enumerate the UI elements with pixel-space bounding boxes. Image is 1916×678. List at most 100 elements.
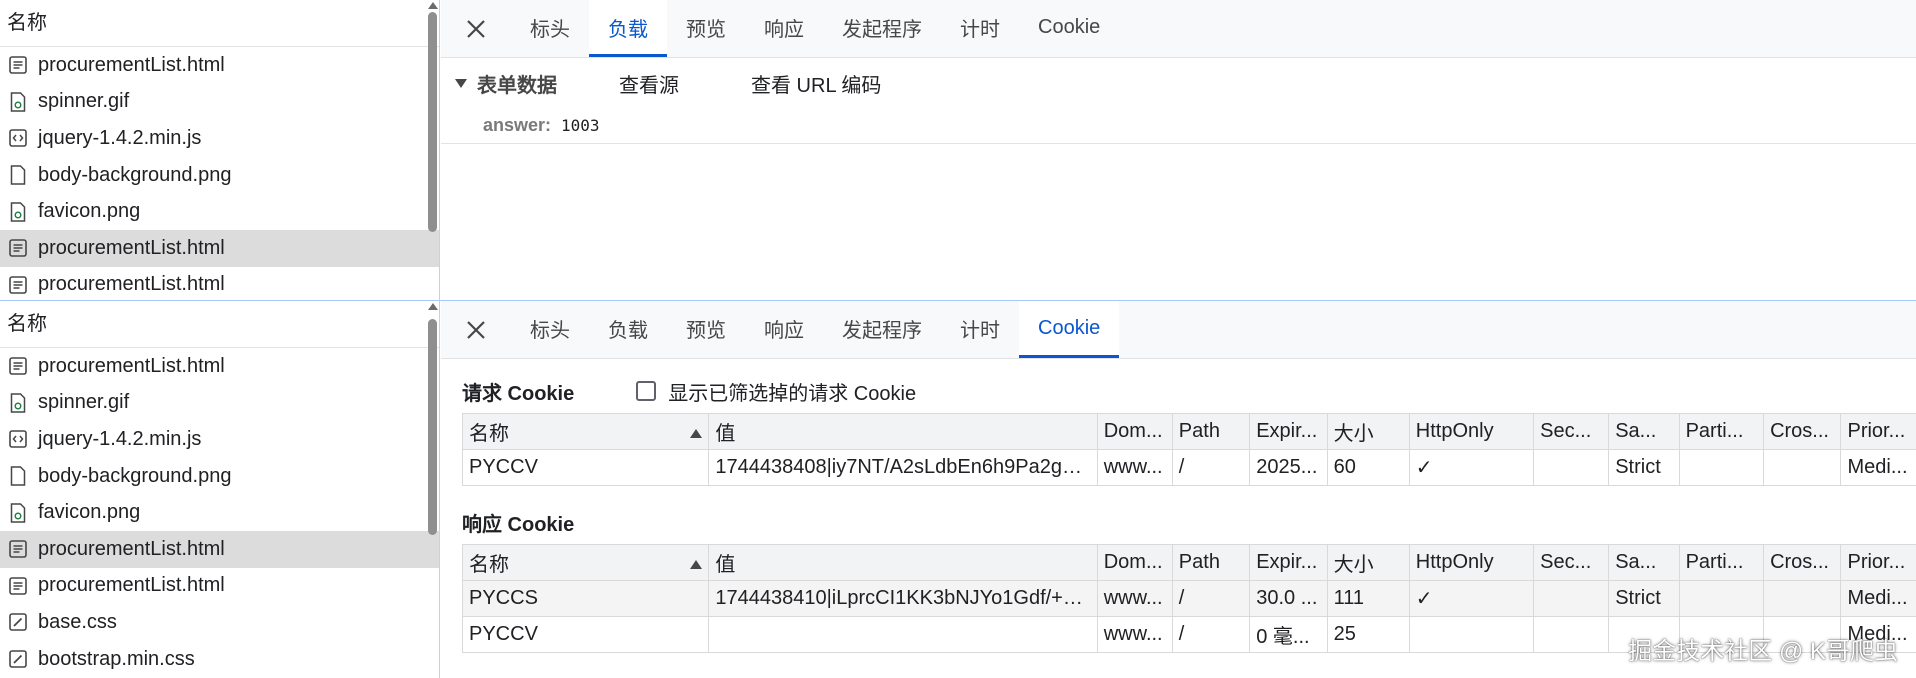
cookie-column-header[interactable]: 大小 xyxy=(1326,544,1410,581)
cookie-column-header[interactable]: Dom... xyxy=(1096,413,1173,450)
cookie-cell[interactable]: 25 xyxy=(1326,616,1410,653)
cookie-column-header[interactable]: Path xyxy=(1171,413,1251,450)
show-filtered-label[interactable]: 显示已筛选掉的请求 Cookie xyxy=(668,377,916,406)
list-header-name[interactable]: 名称 xyxy=(0,0,439,47)
cookie-cell[interactable] xyxy=(1533,616,1610,653)
cookie-cell[interactable]: / xyxy=(1171,449,1251,486)
cookie-column-header[interactable]: Parti... xyxy=(1678,544,1765,581)
tab-0[interactable]: 标头 xyxy=(511,301,589,358)
cookie-column-header[interactable]: Path xyxy=(1171,544,1251,581)
cookie-cell[interactable]: www... xyxy=(1096,580,1173,617)
cookie-column-header[interactable]: Sec... xyxy=(1533,544,1610,581)
cookie-cell[interactable]: ✓ xyxy=(1408,449,1535,486)
cookie-column-header[interactable]: Sec... xyxy=(1533,413,1610,450)
cookie-row[interactable]: PYCCV 1744438408|iy7NT/A2sLdbEn6h9Pa2gC..… xyxy=(461,449,1916,486)
request-list-item[interactable]: base.css xyxy=(0,604,439,641)
cookie-cell[interactable]: / xyxy=(1171,616,1251,653)
cookie-column-header[interactable]: Prior... xyxy=(1840,413,1916,450)
cookie-cell[interactable]: 1744438410|iLprcCI1KK3bNJYo1Gdf/+U... xyxy=(708,580,1098,617)
cookie-cell[interactable] xyxy=(1763,449,1842,486)
request-list-item[interactable]: spinner.gif xyxy=(0,84,439,121)
request-list-item[interactable]: procurementList.html xyxy=(0,568,439,605)
close-detail-button[interactable] xyxy=(441,301,511,358)
close-detail-button[interactable] xyxy=(441,0,511,57)
request-list-item[interactable]: spinner.gif xyxy=(0,385,439,422)
cookie-column-header[interactable]: Sa... xyxy=(1608,413,1680,450)
cookie-cell[interactable]: 0 毫... xyxy=(1249,616,1328,653)
request-list-item[interactable]: favicon.png xyxy=(0,494,439,531)
request-list-item[interactable]: procurementList.html xyxy=(0,229,439,267)
cookie-cell[interactable]: PYCCV xyxy=(461,449,710,486)
tab-5[interactable]: 计时 xyxy=(941,0,1019,57)
cookie-cell[interactable]: / xyxy=(1171,580,1251,617)
request-list-item[interactable]: procurementList.html xyxy=(0,348,439,385)
cookie-column-header[interactable]: HttpOnly xyxy=(1408,544,1535,581)
scroll-up-arrow-icon[interactable] xyxy=(428,2,438,9)
cookie-column-header[interactable]: Prior... xyxy=(1840,544,1916,581)
cookie-cell[interactable] xyxy=(708,616,1098,653)
cookie-column-header[interactable]: 大小 xyxy=(1326,413,1410,450)
cookie-cell[interactable]: www... xyxy=(1096,616,1173,653)
cookie-cell[interactable] xyxy=(1533,449,1610,486)
tab-1[interactable]: 负载 xyxy=(589,0,667,57)
cookie-cell[interactable]: Strict xyxy=(1608,580,1680,617)
scroll-up-arrow-icon[interactable] xyxy=(428,303,438,310)
tab-2[interactable]: 预览 xyxy=(667,0,745,57)
cookie-column-header[interactable]: 值 xyxy=(708,544,1098,581)
form-data-title[interactable]: 表单数据 xyxy=(477,69,557,98)
cookie-cell[interactable] xyxy=(1408,616,1535,653)
request-list-item[interactable]: body-background.png xyxy=(0,157,439,194)
cookie-cell[interactable]: Strict xyxy=(1608,449,1680,486)
cookie-cell[interactable]: 30.0 ... xyxy=(1249,580,1328,617)
cookie-cell[interactable] xyxy=(1678,449,1765,486)
view-url-encoded-link[interactable]: 查看 URL 编码 xyxy=(751,69,881,98)
cookie-cell[interactable]: 2025... xyxy=(1249,449,1328,486)
request-list-item[interactable]: jquery-1.4.2.min.js xyxy=(0,120,439,157)
cookie-column-header[interactable]: 值 xyxy=(708,413,1098,450)
request-list-item[interactable]: favicon.png xyxy=(0,193,439,230)
cookie-column-header[interactable]: Expir... xyxy=(1249,544,1328,581)
tab-5[interactable]: 计时 xyxy=(941,301,1019,358)
cookie-cell[interactable]: 1744438408|iy7NT/A2sLdbEn6h9Pa2gC... xyxy=(708,449,1098,486)
scrollbar[interactable] xyxy=(428,319,437,535)
cookie-column-header[interactable]: Cros... xyxy=(1763,413,1842,450)
cookie-row[interactable]: PYCCS 1744438410|iLprcCI1KK3bNJYo1Gdf/+U.… xyxy=(461,580,1916,617)
view-source-link[interactable]: 查看源 xyxy=(619,69,679,98)
cookie-column-header[interactable]: Parti... xyxy=(1678,413,1765,450)
cookie-cell[interactable] xyxy=(1533,580,1610,617)
tab-3[interactable]: 响应 xyxy=(745,301,823,358)
request-list-item[interactable]: bootstrap.min.css xyxy=(0,641,439,678)
list-header-name[interactable]: 名称 xyxy=(0,301,439,348)
cookie-column-header[interactable]: Cros... xyxy=(1763,544,1842,581)
cookie-cell[interactable]: ✓ xyxy=(1408,580,1535,617)
scrollbar[interactable] xyxy=(428,12,437,232)
request-list-item[interactable]: procurementList.html xyxy=(0,267,439,300)
cookie-cell[interactable]: PYCCS xyxy=(461,580,710,617)
cookie-column-header[interactable]: HttpOnly xyxy=(1408,413,1535,450)
cookie-column-header[interactable]: Expir... xyxy=(1249,413,1328,450)
cookie-column-header[interactable]: 名称 xyxy=(461,544,710,581)
cookie-cell[interactable]: Medi... xyxy=(1840,580,1916,617)
tab-6[interactable]: Cookie xyxy=(1019,0,1119,57)
cookie-cell[interactable]: 60 xyxy=(1326,449,1410,486)
show-filtered-checkbox[interactable] xyxy=(636,381,657,401)
request-list-item[interactable]: jquery-1.4.2.min.js xyxy=(0,421,439,458)
request-list-item[interactable]: body-background.png xyxy=(0,458,439,495)
tab-4[interactable]: 发起程序 xyxy=(823,301,941,358)
cookie-cell[interactable]: 111 xyxy=(1326,580,1410,617)
tab-3[interactable]: 响应 xyxy=(745,0,823,57)
cookie-cell[interactable]: www... xyxy=(1096,449,1173,486)
cookie-column-header[interactable]: 名称 xyxy=(461,413,710,450)
collapse-triangle-icon[interactable] xyxy=(455,78,467,88)
cookie-cell[interactable]: PYCCV xyxy=(461,616,710,653)
tab-2[interactable]: 预览 xyxy=(667,301,745,358)
tab-1[interactable]: 负载 xyxy=(589,301,667,358)
cookie-cell[interactable] xyxy=(1678,580,1765,617)
tab-0[interactable]: 标头 xyxy=(511,0,589,57)
cookie-column-header[interactable]: Dom... xyxy=(1096,544,1173,581)
cookie-cell[interactable]: Medi... xyxy=(1840,449,1916,486)
tab-6[interactable]: Cookie xyxy=(1019,301,1120,358)
request-list-item[interactable]: procurementList.html xyxy=(0,47,439,84)
tab-4[interactable]: 发起程序 xyxy=(823,0,941,57)
cookie-cell[interactable] xyxy=(1763,580,1842,617)
